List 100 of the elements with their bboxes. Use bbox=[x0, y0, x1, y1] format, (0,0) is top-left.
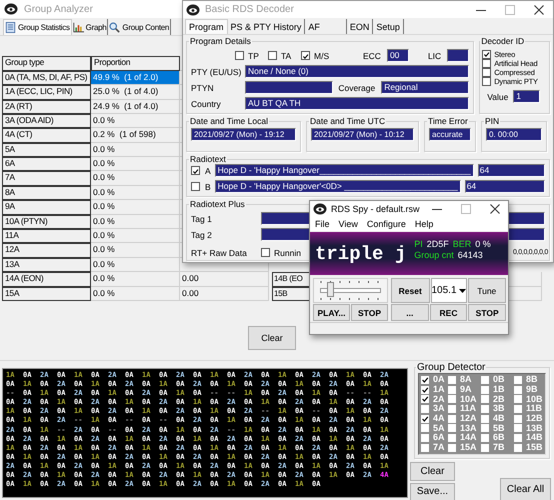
ber-label: BER bbox=[452, 239, 472, 249]
checkbox[interactable] bbox=[514, 376, 522, 384]
checkbox[interactable] bbox=[514, 404, 522, 413]
table-cell: 13A bbox=[2, 258, 91, 272]
menu-item[interactable]: Help bbox=[410, 219, 438, 229]
checkbox-label: Runnin bbox=[274, 248, 301, 258]
lic-field[interactable] bbox=[447, 49, 470, 62]
button[interactable]: STOP bbox=[351, 304, 388, 321]
checkbox[interactable] bbox=[448, 424, 456, 432]
menu-item[interactable]: View bbox=[334, 219, 362, 229]
checkbox[interactable] bbox=[481, 424, 489, 432]
coverage-field[interactable]: Regional bbox=[381, 81, 470, 94]
checkbox[interactable] bbox=[481, 414, 489, 423]
tab[interactable]: Graph bbox=[72, 19, 108, 35]
radiotext-field[interactable]: Hope D - 'Happy Hangover'<0D> ________________________ bbox=[214, 180, 461, 193]
checkbox[interactable] bbox=[448, 444, 456, 452]
checkbox[interactable] bbox=[514, 414, 522, 423]
ecc-field[interactable]: 00 bbox=[386, 49, 409, 62]
checkbox[interactable] bbox=[514, 444, 522, 452]
table-cell: 0.0 % bbox=[91, 157, 180, 172]
checkbox[interactable] bbox=[514, 434, 522, 442]
time-field[interactable]: accurate bbox=[429, 128, 471, 141]
button[interactable]: PLAY... bbox=[313, 304, 350, 321]
detector-button[interactable]: Clear bbox=[410, 462, 455, 480]
time-field[interactable]: 0. 00:00 bbox=[486, 128, 542, 141]
checkbox[interactable] bbox=[421, 386, 429, 394]
tab[interactable]: AF bbox=[305, 19, 347, 34]
checkbox-label: 5A bbox=[433, 424, 445, 433]
checkbox[interactable] bbox=[268, 51, 277, 60]
checkbox[interactable] bbox=[421, 395, 429, 404]
checkbox[interactable] bbox=[421, 414, 429, 423]
eye-icon bbox=[186, 4, 200, 16]
checkbox[interactable] bbox=[481, 386, 489, 394]
checkbox[interactable] bbox=[421, 424, 429, 432]
checkbox[interactable] bbox=[482, 59, 492, 68]
radiotext-field[interactable]: Hope D - 'Happy Hangover________________________________ bbox=[214, 164, 474, 177]
button[interactable]: REC bbox=[430, 304, 468, 321]
detector-button[interactable]: Clear All bbox=[500, 478, 551, 500]
checkbox[interactable] bbox=[191, 182, 200, 191]
checkbox[interactable] bbox=[481, 434, 489, 442]
pty-field[interactable]: None / None (0) bbox=[245, 65, 470, 78]
checkbox-label: 2A bbox=[433, 394, 445, 404]
checkbox[interactable] bbox=[421, 376, 429, 384]
document-icon bbox=[5, 22, 16, 33]
checkbox[interactable] bbox=[482, 68, 492, 77]
frequency-dropdown[interactable]: 105.1 bbox=[430, 278, 466, 303]
button[interactable]: Reset bbox=[391, 278, 430, 303]
checkbox[interactable] bbox=[481, 444, 489, 452]
checkbox[interactable] bbox=[191, 166, 200, 175]
checkbox[interactable] bbox=[448, 414, 456, 423]
time-field[interactable]: 2021/09/27 (Mon) - 10:12 bbox=[311, 128, 414, 141]
checkbox[interactable] bbox=[448, 376, 456, 384]
checkbox-label: 3A bbox=[433, 404, 445, 414]
menu-item[interactable]: File bbox=[310, 219, 334, 229]
button[interactable]: Tune bbox=[468, 278, 506, 303]
checkbox[interactable] bbox=[514, 386, 522, 394]
slider-thumb[interactable] bbox=[326, 282, 334, 297]
tab[interactable]: Setup bbox=[373, 19, 404, 34]
checkbox[interactable] bbox=[448, 395, 456, 404]
button[interactable]: STOP bbox=[468, 304, 506, 321]
tab[interactable]: Group Conten bbox=[108, 19, 172, 35]
menu-item[interactable]: Configure bbox=[362, 219, 410, 229]
tab[interactable]: Program bbox=[185, 19, 228, 34]
count-field[interactable]: 64 bbox=[464, 180, 545, 193]
table-cell: 3A (ODA AID) bbox=[2, 114, 91, 128]
group-count-value: 64143 bbox=[458, 250, 483, 260]
tab[interactable]: EON bbox=[346, 19, 374, 34]
count-field[interactable]: 64 bbox=[478, 164, 545, 177]
checkbox[interactable] bbox=[235, 51, 244, 60]
table-cell: 0A (TA, MS, DI, AF, PS) bbox=[2, 70, 91, 86]
checkbox[interactable] bbox=[481, 404, 489, 413]
checkbox[interactable] bbox=[448, 404, 456, 413]
checkbox[interactable] bbox=[261, 248, 270, 257]
table-cell: 15A bbox=[2, 286, 91, 301]
checkbox[interactable] bbox=[481, 395, 489, 404]
checkbox[interactable] bbox=[421, 434, 429, 442]
checkbox[interactable] bbox=[421, 444, 429, 452]
checkbox[interactable] bbox=[482, 50, 492, 59]
button[interactable]: ... bbox=[391, 304, 429, 321]
checkbox[interactable] bbox=[514, 424, 522, 432]
clear-button[interactable]: Clear bbox=[248, 326, 296, 350]
checkbox[interactable] bbox=[514, 395, 522, 404]
group-title: Date and Time Local bbox=[189, 116, 269, 126]
country-field[interactable]: AU BT QA TH bbox=[245, 97, 470, 110]
checkbox[interactable] bbox=[481, 376, 489, 384]
detector-button[interactable]: Save... bbox=[410, 482, 455, 500]
checkbox[interactable] bbox=[421, 404, 429, 413]
checkbox-label: 1A bbox=[433, 385, 445, 394]
checkbox[interactable] bbox=[448, 434, 456, 442]
time-field[interactable]: 2021/09/27 (Mon) - 19:12 bbox=[191, 128, 296, 141]
checkbox[interactable] bbox=[301, 51, 310, 60]
checkbox-label: TP bbox=[248, 50, 259, 60]
value-field[interactable]: 1 bbox=[513, 90, 540, 103]
tab[interactable]: Group Statistics bbox=[3, 19, 72, 35]
tab[interactable]: PS & PTY History bbox=[228, 19, 306, 34]
group-count-label: Group cnt bbox=[414, 250, 454, 260]
ptyn-field[interactable] bbox=[245, 81, 333, 94]
eye-icon bbox=[4, 3, 18, 15]
checkbox[interactable] bbox=[448, 386, 456, 394]
checkbox[interactable] bbox=[482, 77, 492, 86]
